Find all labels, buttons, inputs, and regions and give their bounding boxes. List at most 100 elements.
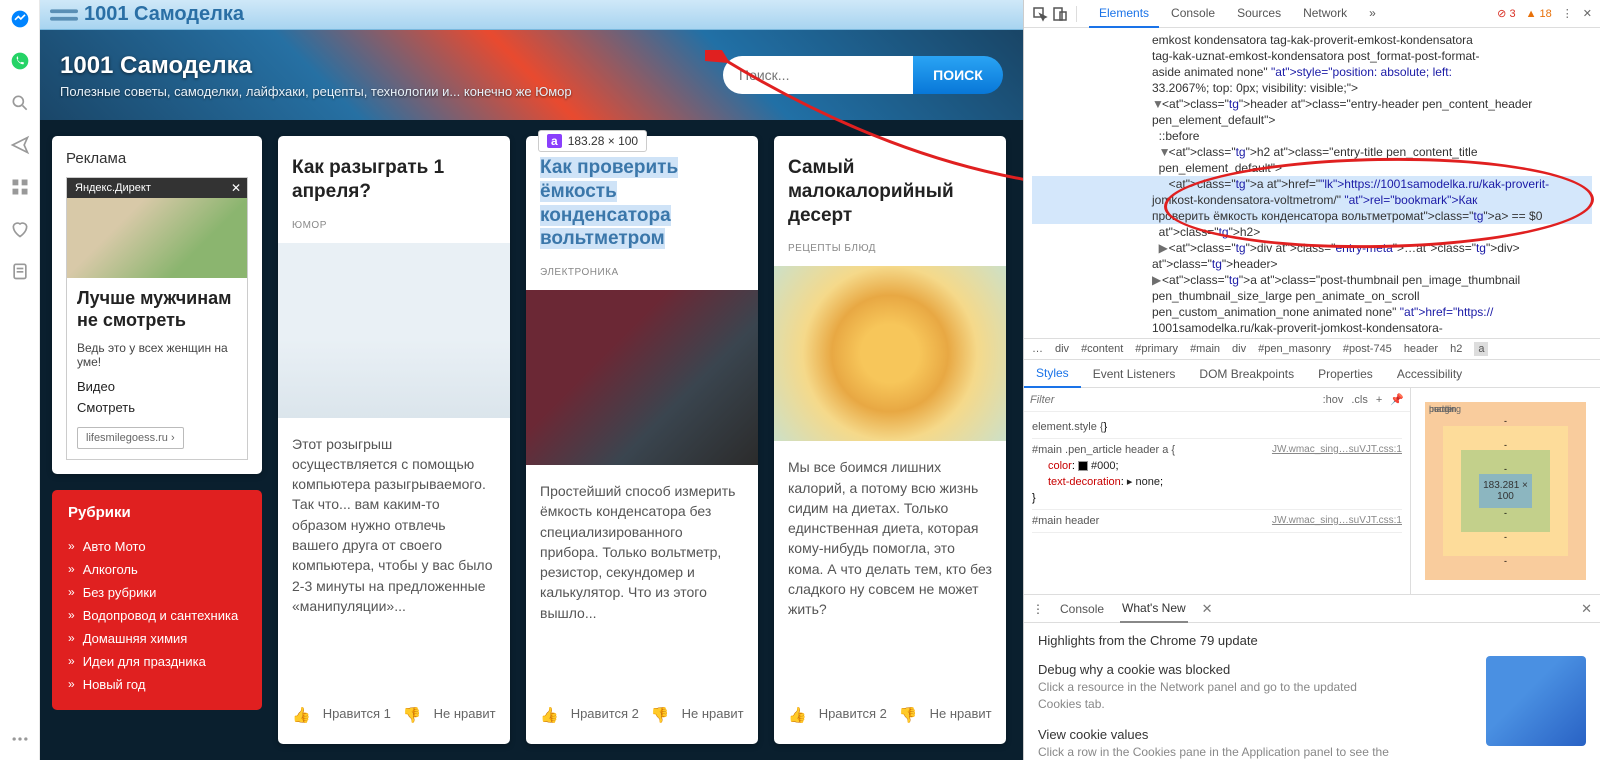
site-tagline: Полезные советы, самоделки, лайфхаки, ре… bbox=[60, 84, 723, 99]
tab-accessibility[interactable]: Accessibility bbox=[1385, 361, 1474, 387]
tab-sources[interactable]: Sources bbox=[1227, 0, 1291, 28]
devtools-menu-icon[interactable]: ⋮ bbox=[1562, 7, 1573, 20]
thumb-up-icon[interactable]: 👍 bbox=[788, 706, 807, 724]
article-category[interactable]: РЕЦЕПТЫ БЛЮД bbox=[788, 243, 992, 254]
tab-dom-breakpoints[interactable]: DOM Breakpoints bbox=[1187, 361, 1306, 387]
dom-tree[interactable]: emkost kondensatora tag-kak-proverit-emk… bbox=[1024, 28, 1600, 338]
whatsapp-icon[interactable] bbox=[9, 50, 31, 72]
article-image[interactable] bbox=[774, 266, 1006, 441]
devtools-panel: Elements Console Sources Network » ⊘ 3 ▲… bbox=[1023, 0, 1600, 760]
tab-elements[interactable]: Elements bbox=[1089, 0, 1159, 28]
article-actions: 👍Нравится 1👎Не нравится bbox=[292, 706, 496, 724]
article-card: Самый малокалорийный десерт РЕЦЕПТЫ БЛЮД… bbox=[774, 136, 1006, 744]
tab-console[interactable]: Console bbox=[1161, 0, 1225, 28]
ad-link[interactable]: Смотреть bbox=[77, 400, 237, 415]
close-icon[interactable]: ✕ bbox=[1581, 601, 1592, 617]
site-title[interactable]: 1001 Самоделка bbox=[60, 52, 723, 80]
drawer-tab-whatsnew[interactable]: What's New bbox=[1120, 595, 1188, 623]
tabs-more[interactable]: » bbox=[1359, 0, 1386, 28]
website-viewport: 1001 Самоделка 1001 Самоделка Полезные с… bbox=[40, 0, 1023, 760]
breadcrumb-item[interactable]: #primary bbox=[1135, 343, 1178, 355]
rubrics-block: Рубрики Авто МотоАлкогольБез рубрикиВодо… bbox=[52, 490, 262, 710]
thumb-up-icon[interactable]: 👍 bbox=[540, 706, 559, 724]
breadcrumb-item[interactable]: #main bbox=[1190, 343, 1220, 355]
apps-icon[interactable] bbox=[9, 176, 31, 198]
article-card: Как разыграть 1 апреля? ЮМОР Этот розыгр… bbox=[278, 136, 510, 744]
add-rule-icon[interactable]: + bbox=[1376, 394, 1382, 406]
drawer-tabs: ⋮ Console What's New ✕ ✕ bbox=[1024, 595, 1600, 623]
rubric-item[interactable]: Идеи для праздника bbox=[68, 650, 246, 673]
breadcrumb-item[interactable]: #content bbox=[1081, 343, 1123, 355]
rubric-item[interactable]: Домашняя химия bbox=[68, 627, 246, 650]
site-logo-icon bbox=[50, 7, 78, 23]
article-image[interactable] bbox=[278, 243, 510, 418]
drawer-tab-console[interactable]: Console bbox=[1058, 596, 1106, 622]
devtools-close-icon[interactable]: ✕ bbox=[1583, 7, 1592, 20]
search-input[interactable] bbox=[723, 56, 913, 94]
pin-icon[interactable]: 📌 bbox=[1390, 393, 1404, 406]
error-count[interactable]: ⊘ 3 bbox=[1497, 7, 1515, 20]
rubrics-title: Рубрики bbox=[68, 504, 246, 521]
thumb-down-icon[interactable]: 👎 bbox=[403, 706, 422, 724]
hov-toggle[interactable]: :hov bbox=[1323, 394, 1344, 406]
styles-tabs: Styles Event Listeners DOM Breakpoints P… bbox=[1024, 360, 1600, 388]
ad-block: Реклама Яндекс.Директ✕ Лучше мужчинам не… bbox=[52, 136, 262, 474]
article-card-selected: a183.28 × 100 Как проверить ёмкость конд… bbox=[526, 136, 758, 744]
device-icon[interactable] bbox=[1052, 6, 1068, 22]
breadcrumb-item[interactable]: div bbox=[1055, 343, 1069, 355]
thumb-down-icon[interactable]: 👎 bbox=[899, 706, 918, 724]
ad-title[interactable]: Лучше мужчинам не смотреть bbox=[77, 288, 237, 331]
article-title[interactable]: Как разыграть 1 апреля? bbox=[292, 156, 496, 204]
breadcrumb-item[interactable]: … bbox=[1032, 343, 1043, 355]
article-category[interactable]: ЭЛЕКТРОНИКА bbox=[540, 267, 744, 278]
article-excerpt: Простейший способ измерить ёмкость конде… bbox=[540, 481, 744, 692]
breadcrumb-item[interactable]: h2 bbox=[1450, 343, 1462, 355]
inspect-icon[interactable] bbox=[1032, 6, 1048, 22]
breadcrumb-item[interactable]: #pen_masonry bbox=[1258, 343, 1331, 355]
heart-icon[interactable] bbox=[9, 218, 31, 240]
breadcrumb-item[interactable]: a bbox=[1474, 342, 1488, 356]
messenger-icon[interactable] bbox=[9, 8, 31, 30]
ad-image[interactable] bbox=[67, 198, 247, 278]
search-button[interactable]: ПОИСК bbox=[913, 56, 1003, 94]
style-filter-input[interactable] bbox=[1030, 394, 1315, 406]
warning-count[interactable]: ▲ 18 bbox=[1526, 8, 1552, 20]
breadcrumb[interactable]: … div #content #primary #main div #pen_masonry… bbox=[1024, 338, 1600, 360]
article-excerpt: Этот розыгрыш осуществляется с помощью к… bbox=[292, 434, 496, 693]
ad-link[interactable]: Видео bbox=[77, 379, 237, 394]
send-icon[interactable] bbox=[9, 134, 31, 156]
article-excerpt: Мы все боимся лишних калорий, а потому в… bbox=[788, 457, 992, 692]
clipboard-icon[interactable] bbox=[9, 260, 31, 282]
box-model[interactable]: margin- border- padding- 183.281 × 100- … bbox=[1410, 388, 1600, 594]
article-category[interactable]: ЮМОР bbox=[292, 220, 496, 231]
tab-event-listeners[interactable]: Event Listeners bbox=[1081, 361, 1188, 387]
devtools-toolbar: Elements Console Sources Network » ⊘ 3 ▲… bbox=[1024, 0, 1600, 28]
article-image[interactable] bbox=[526, 290, 758, 465]
style-rules[interactable]: element.style {}#main .pen_article heade… bbox=[1024, 412, 1410, 537]
inspect-tooltip: a183.28 × 100 bbox=[538, 130, 647, 152]
tab-styles[interactable]: Styles bbox=[1024, 360, 1081, 388]
ad-source[interactable]: lifesmilegoess.ru › bbox=[77, 427, 184, 449]
tab-network[interactable]: Network bbox=[1293, 0, 1357, 28]
breadcrumb-item[interactable]: div bbox=[1232, 343, 1246, 355]
drawer-menu-icon[interactable]: ⋮ bbox=[1032, 602, 1044, 616]
tab-properties[interactable]: Properties bbox=[1306, 361, 1385, 387]
article-title[interactable]: Самый малокалорийный десерт bbox=[788, 156, 992, 227]
search-icon[interactable] bbox=[9, 92, 31, 114]
breadcrumb-item[interactable]: header bbox=[1404, 343, 1438, 355]
close-icon[interactable]: ✕ bbox=[1202, 601, 1213, 617]
rubric-item[interactable]: Авто Мото bbox=[68, 535, 246, 558]
close-icon[interactable]: ✕ bbox=[231, 181, 241, 195]
rubric-item[interactable]: Без рубрики bbox=[68, 581, 246, 604]
cls-toggle[interactable]: .cls bbox=[1351, 394, 1368, 406]
rubric-item[interactable]: Водопровод и сантехника bbox=[68, 604, 246, 627]
breadcrumb-item[interactable]: #post-745 bbox=[1343, 343, 1392, 355]
thumb-up-icon[interactable]: 👍 bbox=[292, 706, 311, 724]
rubric-item[interactable]: Новый год bbox=[68, 673, 246, 696]
ad-heading: Реклама bbox=[66, 150, 248, 167]
topbar-title: 1001 Самоделка bbox=[84, 3, 244, 26]
rubric-item[interactable]: Алкоголь bbox=[68, 558, 246, 581]
thumb-down-icon[interactable]: 👎 bbox=[651, 706, 670, 724]
article-title[interactable]: Как проверить ёмкость конденсатора вольт… bbox=[540, 156, 744, 251]
more-icon[interactable] bbox=[9, 728, 31, 750]
